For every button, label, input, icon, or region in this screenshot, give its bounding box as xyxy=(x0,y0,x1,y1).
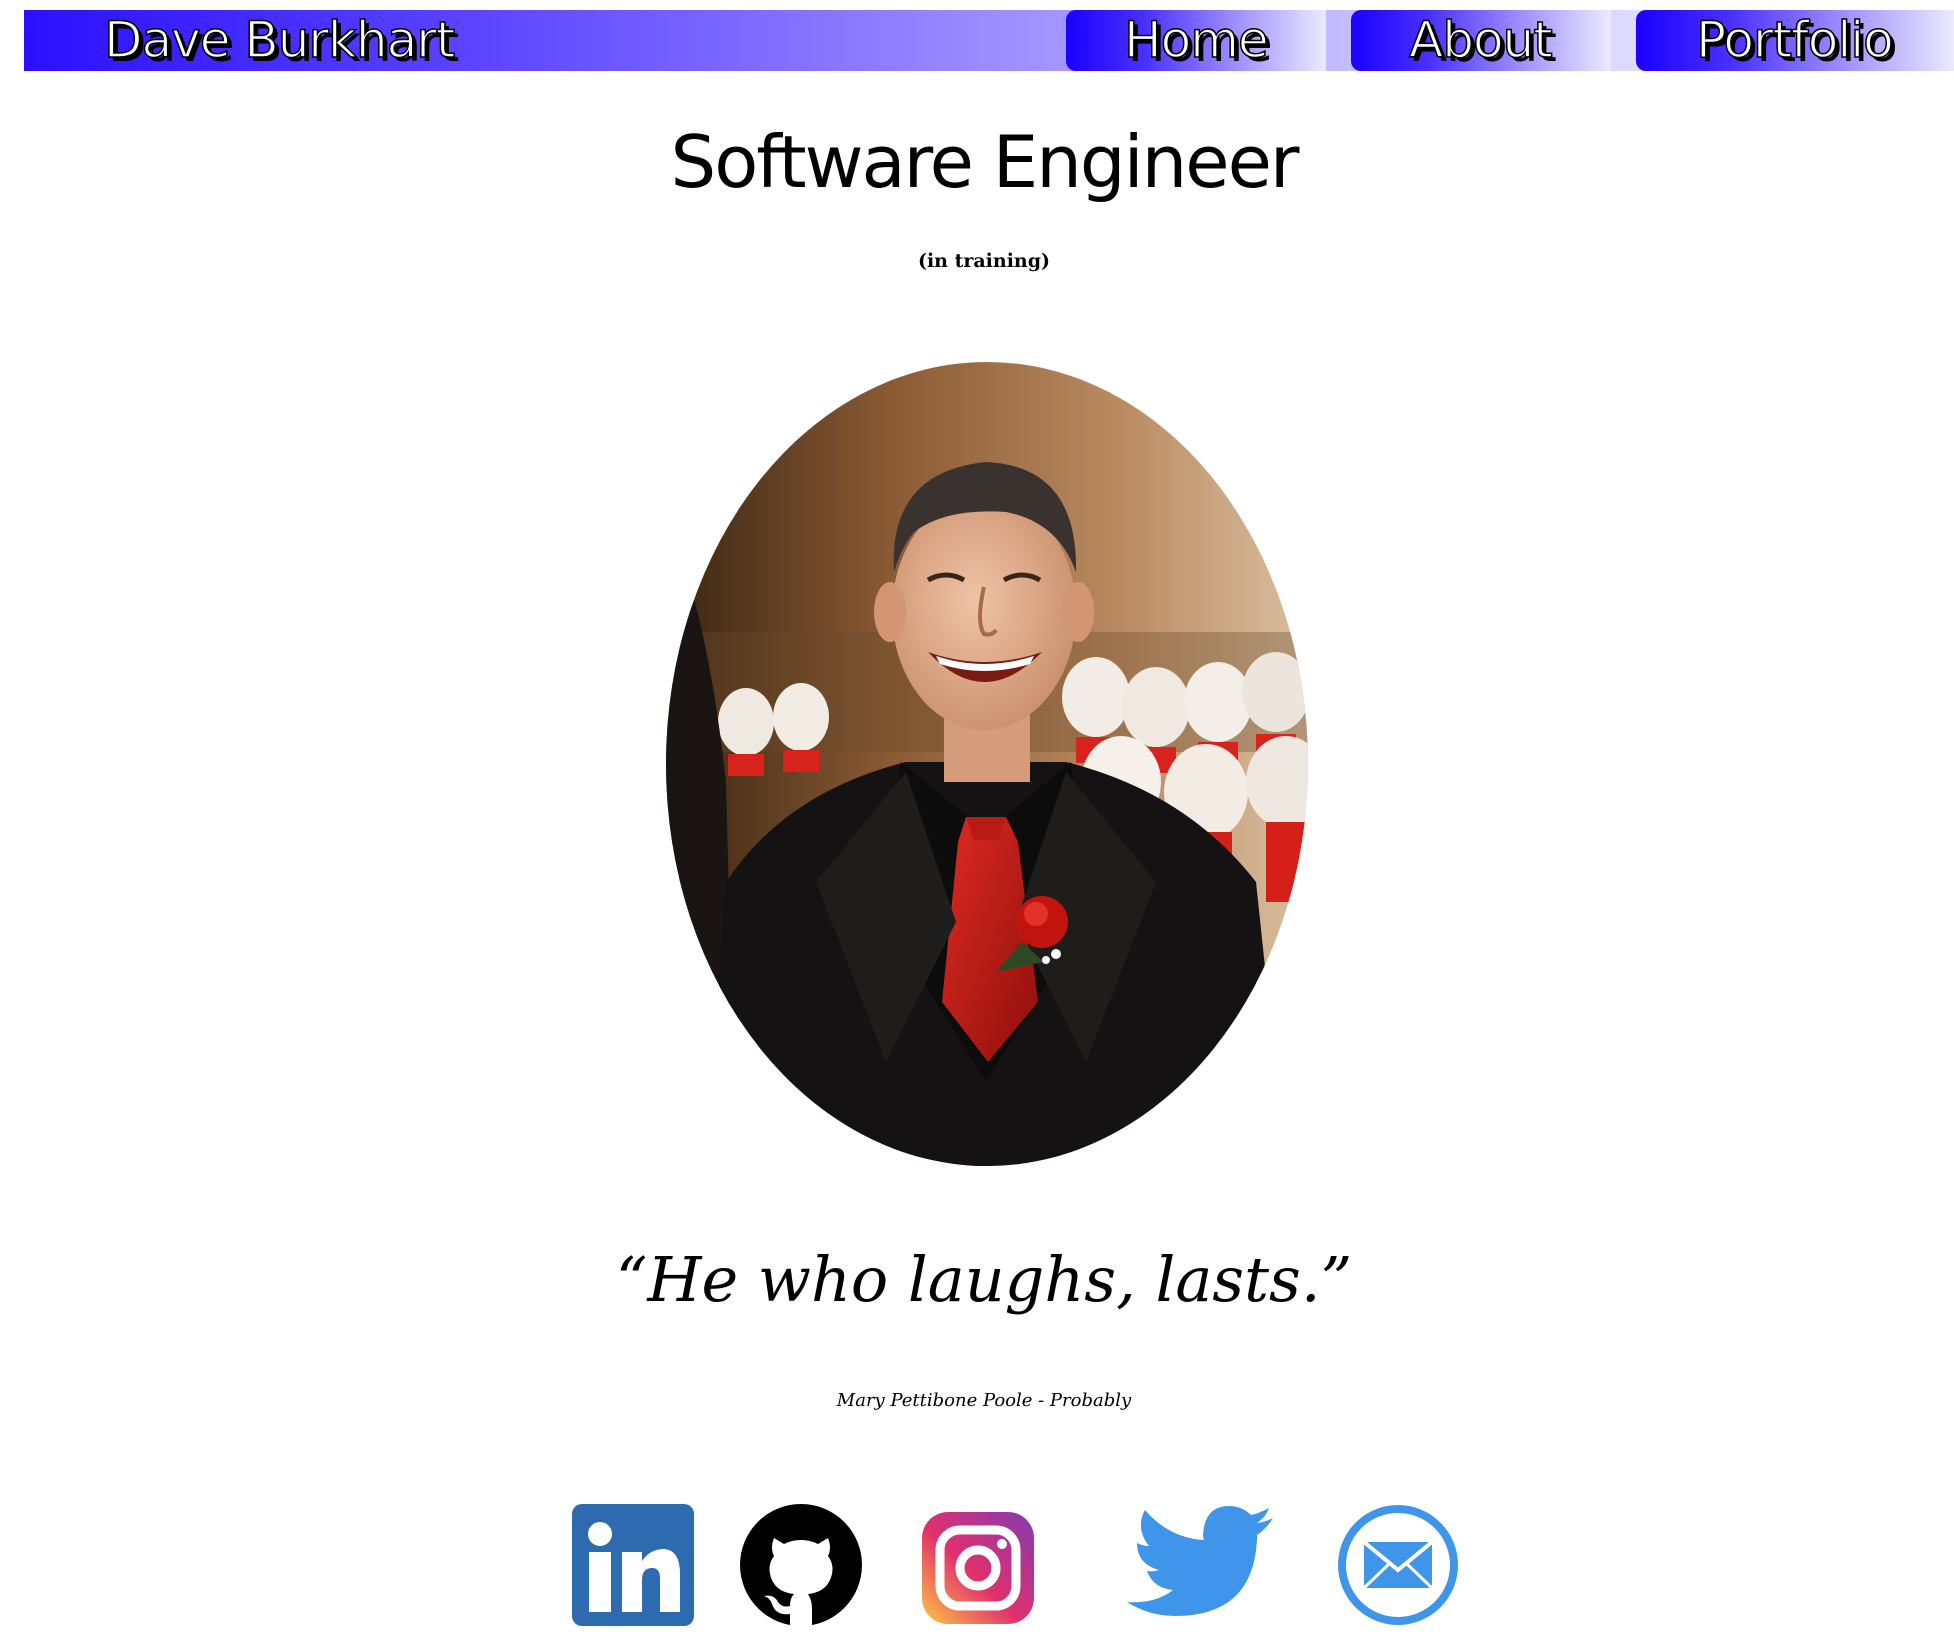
instagram-link[interactable] xyxy=(922,1512,1034,1624)
email-icon xyxy=(1338,1505,1458,1625)
email-link[interactable] xyxy=(1337,1504,1459,1626)
quote-attribution: Mary Pettibone Poole - Probably xyxy=(836,1390,1132,1411)
page-title: Software Engineer xyxy=(670,120,1300,204)
nav-portfolio-label: Portfolio xyxy=(1695,11,1894,69)
instagram-icon xyxy=(922,1512,1034,1624)
linkedin-icon xyxy=(572,1504,694,1626)
nav-about-label: About xyxy=(1408,11,1553,69)
nav-about-button[interactable]: About xyxy=(1351,10,1611,71)
github-link[interactable] xyxy=(740,1504,862,1626)
site-brand[interactable]: Dave Burkhart xyxy=(103,13,456,68)
twitter-icon xyxy=(1127,1506,1273,1616)
nav-home-button[interactable]: Home xyxy=(1066,10,1326,71)
twitter-link[interactable] xyxy=(1125,1504,1275,1626)
site-header: Dave Burkhart Home About Portfolio xyxy=(24,10,1954,71)
profile-photo xyxy=(666,362,1308,1166)
nav-home-label: Home xyxy=(1123,11,1269,69)
quote-text: “He who laughs, lasts.” xyxy=(615,1243,1353,1316)
github-icon xyxy=(740,1504,862,1626)
nav-portfolio-button[interactable]: Portfolio xyxy=(1636,10,1954,71)
linkedin-link[interactable] xyxy=(572,1504,694,1626)
page-subtitle: (in training) xyxy=(917,250,1051,272)
